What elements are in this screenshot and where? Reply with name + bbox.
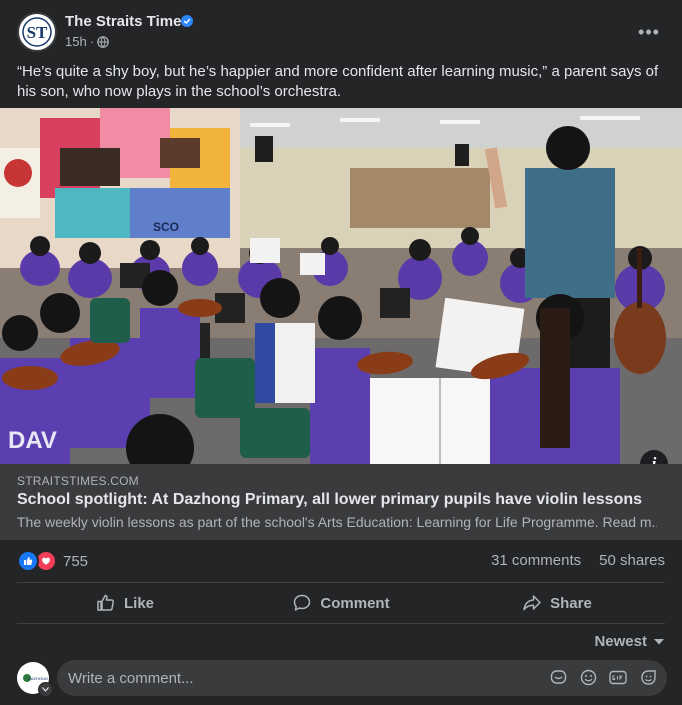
account-switcher-icon[interactable] bbox=[38, 682, 53, 697]
svg-text:SCO: SCO bbox=[153, 220, 179, 234]
verified-icon bbox=[181, 15, 193, 27]
comment-label: Comment bbox=[320, 594, 390, 612]
straits-times-logo: ST bbox=[21, 16, 53, 48]
divider bbox=[17, 623, 665, 624]
sticker-icon[interactable] bbox=[639, 668, 657, 686]
link-preview[interactable]: STRAITSTIMES.COM School spotlight: At Da… bbox=[0, 464, 682, 540]
more-icon: ••• bbox=[638, 21, 660, 42]
divider bbox=[17, 582, 665, 583]
svg-text:DAZHONG: DAZHONG bbox=[28, 676, 48, 681]
like-icon bbox=[97, 594, 114, 611]
comments-count[interactable]: 31 comments bbox=[491, 552, 581, 569]
post-image[interactable]: SCO DAV bbox=[0, 108, 682, 464]
comment-composer: DAZHONG Write a comment... bbox=[17, 660, 667, 697]
chevron-down-icon bbox=[654, 638, 664, 644]
comment-sort-dropdown[interactable]: Newest bbox=[594, 633, 665, 650]
reactions-summary[interactable]: 755 bbox=[17, 549, 88, 573]
globe-icon bbox=[97, 35, 109, 48]
post-time[interactable]: 15h bbox=[65, 34, 87, 49]
post-header: ST The Straits Times 15h · ••• bbox=[17, 12, 667, 56]
post-meta: 15h · bbox=[65, 34, 109, 49]
svg-text:DAV: DAV bbox=[8, 427, 57, 454]
comment-placeholder: Write a comment... bbox=[68, 669, 194, 687]
post-caption: “He’s quite a shy boy, but he’s happier … bbox=[17, 63, 659, 100]
gif-icon[interactable] bbox=[609, 668, 627, 686]
share-icon bbox=[523, 595, 541, 611]
avatar-sticker-icon[interactable] bbox=[549, 668, 567, 686]
reaction-count: 755 bbox=[63, 552, 89, 570]
shares-count[interactable]: 50 shares bbox=[599, 552, 665, 569]
comment-icon bbox=[294, 594, 311, 611]
like-button[interactable]: Like bbox=[17, 584, 233, 622]
engagement-counts: 31 comments 50 shares bbox=[491, 552, 665, 569]
page-name[interactable]: The Straits Times bbox=[65, 13, 190, 30]
orchestra-photo: SCO DAV bbox=[0, 108, 682, 464]
link-description: The weekly violin lessons as part of the… bbox=[17, 514, 657, 530]
like-label: Like bbox=[123, 594, 154, 612]
link-title[interactable]: School spotlight: At Dazhong Primary, al… bbox=[17, 491, 642, 509]
svg-text:ST: ST bbox=[27, 23, 48, 42]
like-reaction-icon bbox=[17, 550, 39, 572]
sort-label: Newest bbox=[594, 633, 647, 650]
comment-button[interactable]: Comment bbox=[233, 584, 449, 622]
post-actions: Like Comment Share bbox=[17, 584, 665, 622]
facebook-post: ST The Straits Times 15h · ••• “He’s qui… bbox=[0, 0, 682, 705]
emoji-icon[interactable] bbox=[579, 668, 597, 686]
share-label: Share bbox=[550, 594, 592, 612]
share-button[interactable]: Share bbox=[449, 584, 665, 622]
link-domain: STRAITSTIMES.COM bbox=[17, 474, 139, 488]
page-avatar[interactable]: ST bbox=[17, 12, 57, 52]
more-options-button[interactable]: ••• bbox=[631, 14, 667, 50]
comment-input[interactable]: Write a comment... bbox=[57, 660, 667, 696]
comment-tools bbox=[549, 668, 657, 686]
